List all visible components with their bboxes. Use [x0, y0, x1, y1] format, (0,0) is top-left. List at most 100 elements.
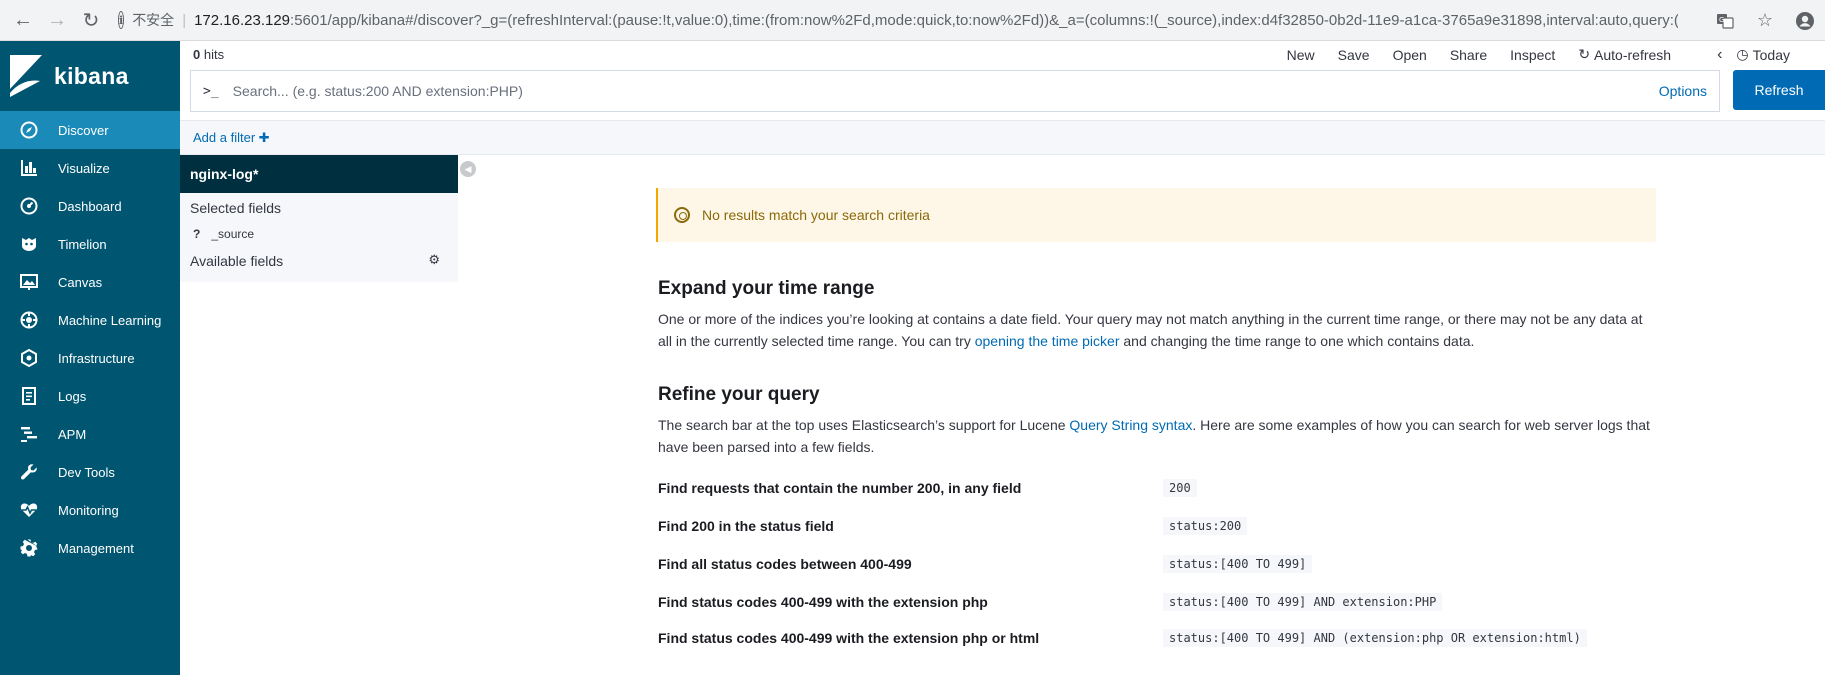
nav-item-timelion[interactable]: Timelion — [0, 225, 180, 263]
dashboard-icon — [0, 197, 58, 215]
nav-item-apm[interactable]: APM — [0, 415, 180, 453]
nav-item-monitoring[interactable]: Monitoring — [0, 491, 180, 529]
save-button[interactable]: Save — [1338, 47, 1370, 63]
expand-time-range-text: One or more of the indices you’re lookin… — [658, 308, 1658, 352]
reload-icon[interactable]: ↻ — [74, 3, 108, 37]
example-code: status:[400 TO 499] AND extension:PHP — [1163, 593, 1443, 611]
url-path: :5601/app/kibana#/discover?_g=(refreshIn… — [290, 11, 1678, 29]
example-row: Find 200 in the status field status:200 — [658, 511, 1658, 541]
forward-arrow-icon[interactable]: → — [40, 3, 74, 37]
back-arrow-icon[interactable]: ← — [6, 3, 40, 37]
open-time-picker-link[interactable]: opening the time picker — [975, 333, 1120, 349]
field-sidebar: nginx-log* Selected fields ? _source Ava… — [180, 155, 458, 282]
example-label: Find 200 in the status field — [658, 518, 834, 534]
info-icon[interactable]: i — [118, 11, 125, 29]
discover-top-toolbar: 0 hits New Save Open Share Inspect ↻ Aut… — [180, 41, 1825, 68]
help-lifebuoy-icon — [674, 207, 690, 223]
nav-item-dashboard[interactable]: Dashboard — [0, 187, 180, 225]
nav-item-label: Visualize — [58, 160, 110, 176]
available-fields-heading: Available fields ⚙ — [180, 246, 458, 275]
plus-icon: ✚ — [258, 129, 270, 145]
nav-item-canvas[interactable]: Canvas — [0, 263, 180, 301]
address-bar[interactable]: i 不安全 | 172.16.23.129 :5601/app/kibana#/… — [118, 5, 1678, 35]
nav-item-infrastructure[interactable]: Infrastructure — [0, 339, 180, 377]
refresh-button[interactable]: Refresh — [1733, 70, 1825, 110]
insecure-label: 不安全 — [132, 12, 175, 28]
hits-label: hits — [203, 47, 225, 62]
add-filter-label: Add a filter — [193, 129, 256, 145]
nav-item-label: Timelion — [58, 236, 107, 252]
time-range-label: Today — [1752, 46, 1790, 63]
chevron-left-icon[interactable]: ‹ — [1717, 46, 1722, 64]
nav-item-machine-learning[interactable]: Machine Learning — [0, 301, 180, 339]
hits-count: 0 — [193, 47, 201, 62]
index-pattern-selector[interactable]: nginx-log* — [180, 155, 458, 193]
share-button[interactable]: Share — [1450, 47, 1487, 63]
nav-item-label: APM — [58, 426, 87, 442]
time-picker-button[interactable]: ◷ Today — [1736, 46, 1813, 63]
field-name: _source — [211, 227, 255, 241]
open-button[interactable]: Open — [1393, 47, 1427, 63]
translate-icon[interactable]: G — [1705, 0, 1745, 41]
expand-time-range-heading: Expand your time range — [658, 278, 875, 299]
nav-item-label: Machine Learning — [58, 312, 162, 328]
example-row: Find status codes 400-499 with the exten… — [658, 587, 1658, 617]
example-code: status:[400 TO 499] AND (extension:php O… — [1163, 629, 1587, 647]
nav-item-label: Canvas — [58, 274, 103, 290]
example-code: status:[400 TO 499] — [1163, 555, 1313, 573]
apm-icon — [0, 425, 58, 443]
logs-icon — [0, 387, 58, 405]
gear-icon — [0, 539, 58, 557]
example-row: Find status codes 400-499 with the exten… — [658, 623, 1658, 653]
refine-query-text: The search bar at the top uses Elasticse… — [658, 414, 1658, 458]
nav-item-logs[interactable]: Logs — [0, 377, 180, 415]
heartbeat-icon — [0, 501, 58, 519]
account-icon[interactable] — [1785, 0, 1825, 41]
ml-icon — [0, 311, 58, 329]
nav-item-dev-tools[interactable]: Dev Tools — [0, 453, 180, 491]
bar-chart-icon — [0, 159, 58, 177]
refine-query-heading: Refine your query — [658, 384, 820, 405]
query-options-link[interactable]: Options — [1659, 83, 1707, 99]
example-row: Find requests that contain the number 20… — [658, 473, 1658, 503]
url-host: 172.16.23.129 — [194, 11, 291, 29]
nav-item-discover[interactable]: Discover — [0, 111, 180, 149]
auto-refresh-button[interactable]: ↻ Auto-refresh — [1578, 46, 1694, 63]
query-string-syntax-link[interactable]: Query String syntax — [1069, 417, 1192, 433]
no-results-callout: No results match your search criteria — [656, 188, 1656, 242]
canvas-icon — [0, 273, 58, 291]
nav-item-label: Discover — [58, 122, 109, 138]
field-item[interactable]: ? _source — [180, 222, 458, 246]
svg-text:G: G — [1719, 16, 1724, 24]
compass-icon — [0, 121, 58, 139]
example-code: status:200 — [1163, 517, 1248, 535]
expand-text-part2: and changing the time range to one which… — [1119, 333, 1475, 349]
search-input[interactable] — [232, 83, 1433, 99]
no-results-message: No results match your search criteria — [702, 207, 930, 223]
field-type-icon: ? — [193, 227, 201, 241]
hits-counter: 0 hits — [193, 47, 224, 62]
timelion-icon — [0, 235, 58, 253]
new-button[interactable]: New — [1287, 47, 1315, 63]
bookmark-star-icon[interactable]: ☆ — [1745, 0, 1785, 41]
inspect-button[interactable]: Inspect — [1510, 47, 1555, 63]
nav-item-label: Management — [58, 540, 134, 556]
nav-item-management[interactable]: Management — [0, 529, 180, 567]
example-row: Find all status codes between 400-499 st… — [658, 549, 1658, 579]
infrastructure-icon — [0, 349, 58, 367]
collapse-sidebar-icon[interactable]: ◀ — [460, 161, 476, 177]
refresh-cycle-icon: ↻ — [1578, 46, 1591, 62]
clock-icon: ◷ — [1736, 46, 1749, 62]
kibana-logo[interactable]: kibana — [0, 41, 180, 111]
example-label: Find status codes 400-499 with the exten… — [658, 594, 988, 610]
url-divider: | — [182, 11, 187, 29]
add-filter-button[interactable]: Add a filter ✚ — [193, 130, 270, 146]
auto-refresh-label: Auto-refresh — [1594, 46, 1672, 63]
example-label: Find all status codes between 400-499 — [658, 556, 912, 572]
query-prompt-icon: >_ — [203, 83, 219, 99]
field-settings-gear-icon[interactable]: ⚙ — [428, 252, 440, 268]
nav-item-label: Monitoring — [58, 502, 119, 518]
nav-item-label: Infrastructure — [58, 350, 135, 366]
nav-item-visualize[interactable]: Visualize — [0, 149, 180, 187]
available-fields-label: Available fields — [190, 252, 284, 269]
